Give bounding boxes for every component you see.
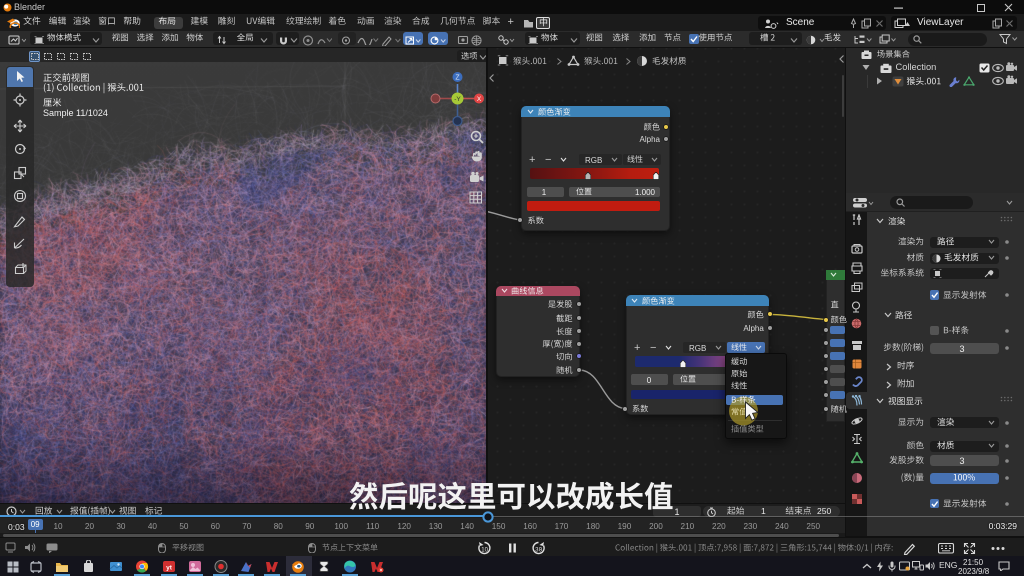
svg-text:30: 30 — [535, 546, 543, 553]
svg-text:Z: Z — [455, 75, 460, 82]
svg-text:-Y: -Y — [454, 96, 461, 103]
svg-text:yt: yt — [166, 565, 173, 572]
svg-text:X: X — [477, 96, 482, 103]
svg-text:10: 10 — [481, 547, 488, 553]
